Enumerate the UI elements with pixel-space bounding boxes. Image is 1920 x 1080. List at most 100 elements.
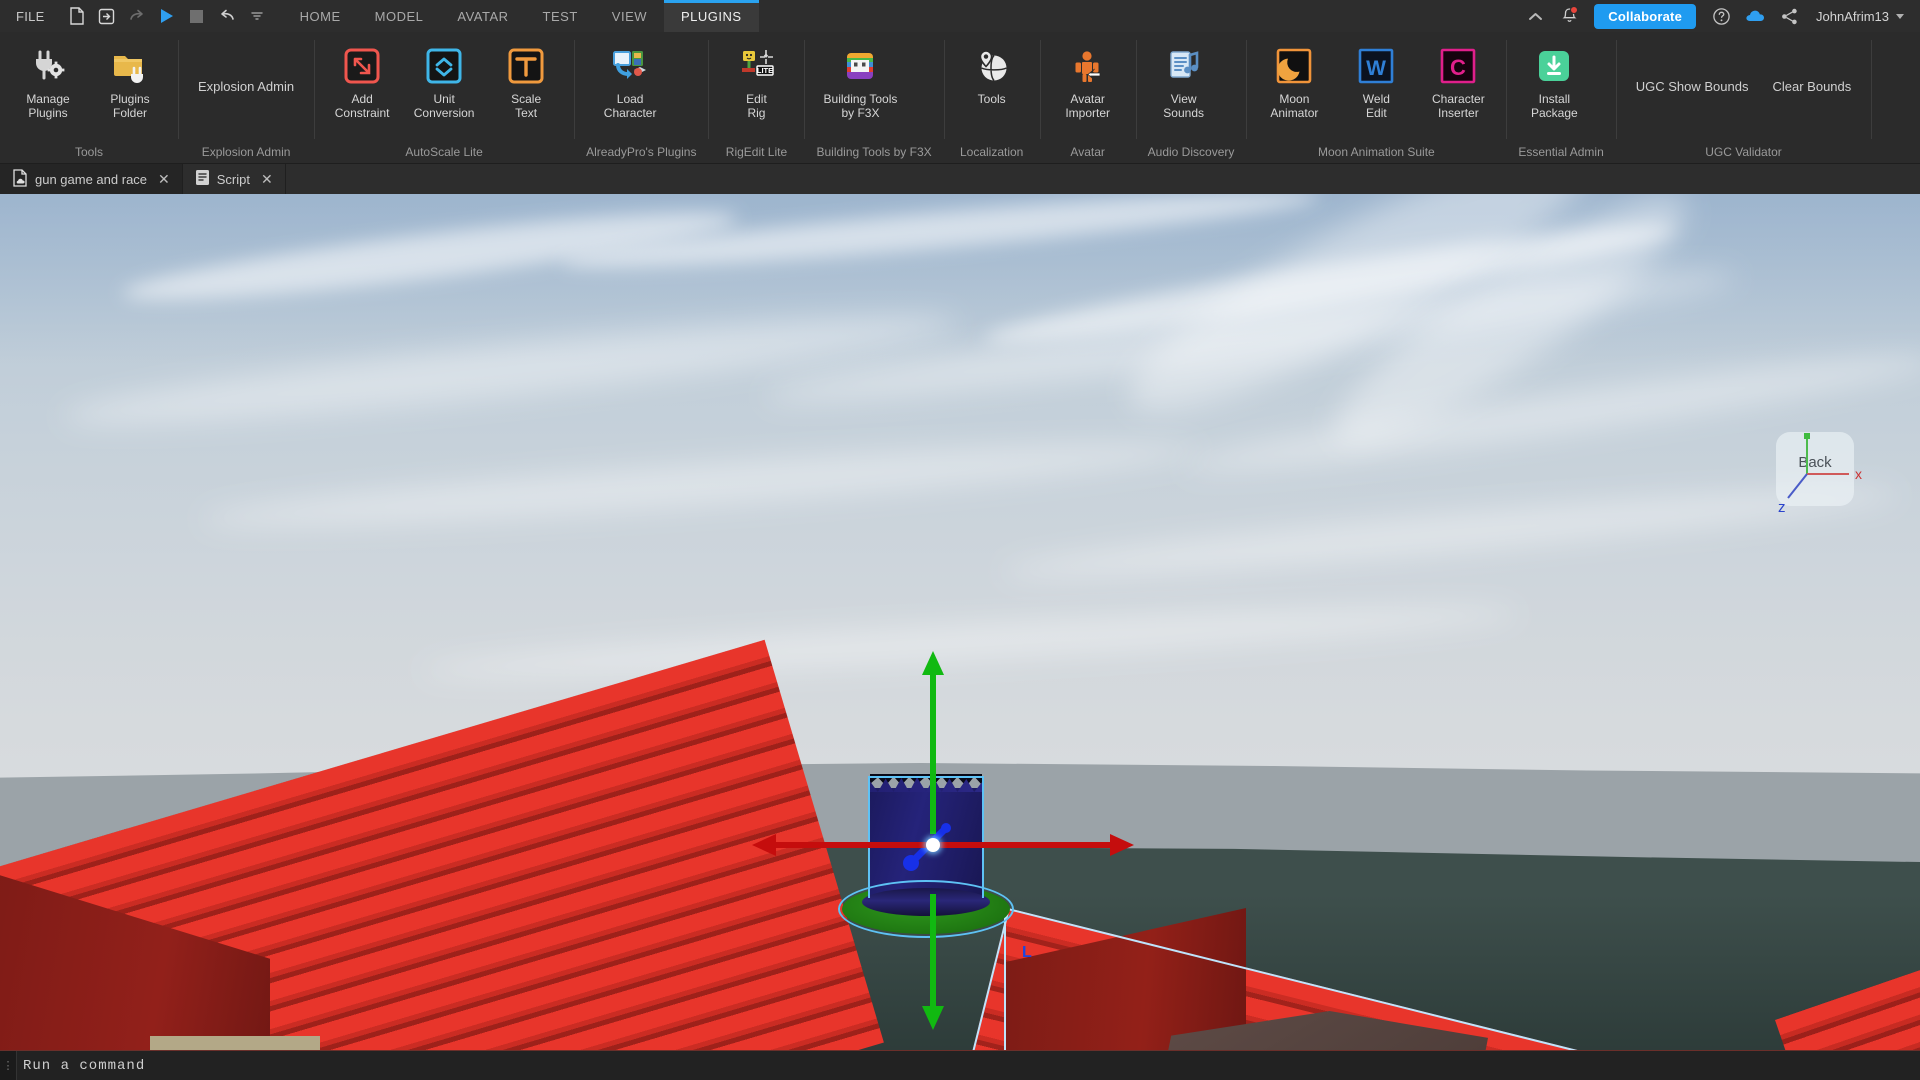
play-icon[interactable] bbox=[153, 2, 181, 30]
username-label[interactable]: JohnAfrim13 bbox=[1808, 9, 1892, 24]
gizmo-axis-x-positive[interactable] bbox=[930, 842, 1120, 848]
gizmo-center-handle[interactable] bbox=[926, 838, 940, 852]
view-cube[interactable]: Back x z bbox=[1776, 432, 1870, 526]
document-tab-script-close-icon[interactable]: ✕ bbox=[261, 172, 273, 186]
part-label: L bbox=[1022, 944, 1032, 961]
collaborate-button[interactable]: Collaborate bbox=[1594, 3, 1697, 29]
building-tools-label: Building Tools by F3X bbox=[823, 92, 898, 120]
add-constraint-label: Add Constraint bbox=[334, 92, 390, 120]
gizmo-axis-x-negative[interactable] bbox=[768, 842, 936, 848]
document-tab-place[interactable]: gun game and race ✕ bbox=[0, 164, 183, 194]
ribbon-group-label-explosion-admin: Explosion Admin bbox=[201, 145, 291, 159]
load-character-label: Load Character bbox=[603, 92, 657, 120]
avatar-importer-button[interactable]: Avatar Importer bbox=[1048, 40, 1128, 123]
svg-text:z: z bbox=[1778, 499, 1786, 516]
clear-bounds-button[interactable]: Clear Bounds bbox=[1760, 32, 1863, 141]
moon-animator-button[interactable]: Moon Animator bbox=[1254, 40, 1334, 123]
gizmo-arrow-x-negative[interactable] bbox=[752, 834, 776, 856]
gizmo-arrow-y-positive[interactable] bbox=[922, 651, 944, 675]
edit-rig-label: Edit Rig bbox=[746, 92, 767, 120]
ribbon-tab-list: HOME MODEL AVATAR TEST VIEW PLUGINS bbox=[283, 0, 759, 32]
gizmo-arrow-x-positive[interactable] bbox=[1110, 834, 1134, 856]
ribbon-group-avatar: Avatar Importer Avatar bbox=[1039, 32, 1136, 163]
redo-icon[interactable] bbox=[123, 2, 151, 30]
explosion-admin-button[interactable]: Explosion Admin bbox=[186, 32, 306, 141]
folder-plug-icon bbox=[107, 43, 153, 89]
manage-plugins-button[interactable]: Manage Plugins bbox=[8, 40, 88, 123]
3d-viewport[interactable]: L Back x z ⋮ Run a command bbox=[0, 194, 1920, 1080]
document-tab-bar: gun game and race ✕ Script ✕ bbox=[0, 164, 1920, 194]
svg-text:LITE: LITE bbox=[757, 66, 773, 75]
scale-text-button[interactable]: Scale Text bbox=[486, 40, 566, 123]
character-inserter-label: Character Inserter bbox=[1432, 92, 1485, 120]
share-icon[interactable] bbox=[1774, 1, 1804, 31]
ribbon-group-localization: Tools Localization bbox=[943, 32, 1040, 163]
help-icon[interactable] bbox=[1706, 1, 1736, 31]
avatar-importer-icon bbox=[1065, 43, 1111, 89]
document-tab-place-close-icon[interactable]: ✕ bbox=[158, 172, 170, 186]
install-package-icon bbox=[1531, 43, 1577, 89]
ribbon-group-tools: Manage Plugins Plugins Folder Tools bbox=[0, 32, 178, 163]
ribbon-tab-avatar[interactable]: AVATAR bbox=[440, 0, 525, 32]
globe-pin-icon bbox=[969, 43, 1015, 89]
ribbon-group-label-essential-admin: Essential Admin bbox=[1518, 145, 1604, 159]
chevron-up-icon[interactable] bbox=[1520, 1, 1550, 31]
gizmo-arrow-y-negative[interactable] bbox=[922, 1006, 944, 1030]
localization-tools-button[interactable]: Tools bbox=[952, 40, 1032, 109]
ribbon-group-building-tools: Building Tools by F3X Building Tools by … bbox=[804, 32, 943, 163]
building-tools-button[interactable]: Building Tools by F3X bbox=[812, 40, 908, 123]
stop-icon[interactable] bbox=[183, 2, 211, 30]
ribbon-group-label-rigedit: RigEdit Lite bbox=[725, 145, 788, 159]
load-character-button[interactable]: Load Character bbox=[582, 40, 678, 123]
unit-conversion-button[interactable]: Unit Conversion bbox=[404, 40, 484, 123]
place-cloud-icon bbox=[12, 168, 28, 190]
command-input[interactable]: Run a command bbox=[16, 1051, 1920, 1080]
quick-access-toolbar bbox=[59, 0, 271, 32]
more-options-icon[interactable] bbox=[243, 2, 271, 30]
ribbon-group-label-alreadypros: AlreadyPro's Plugins bbox=[586, 145, 697, 159]
unit-conversion-label: Unit Conversion bbox=[413, 92, 475, 120]
weld-edit-button[interactable]: W Weld Edit bbox=[1336, 40, 1416, 123]
manage-plugins-label: Manage Plugins bbox=[26, 92, 70, 120]
document-tab-script[interactable]: Script ✕ bbox=[183, 164, 286, 194]
chevron-down-icon[interactable] bbox=[1896, 13, 1904, 19]
file-menu-button[interactable]: FILE bbox=[0, 0, 59, 32]
ribbon-tab-model[interactable]: MODEL bbox=[358, 0, 441, 32]
ugc-show-bounds-button[interactable]: UGC Show Bounds bbox=[1624, 32, 1761, 141]
command-bar: ⋮ Run a command bbox=[0, 1050, 1920, 1080]
install-package-button[interactable]: Install Package bbox=[1514, 40, 1594, 123]
plug-gear-icon bbox=[25, 43, 71, 89]
moon-animator-label: Moon Animator bbox=[1270, 92, 1319, 120]
menu-bar-right: Collaborate JohnAfrim13 bbox=[1520, 0, 1920, 32]
plugins-folder-button[interactable]: Plugins Folder bbox=[90, 40, 170, 123]
svg-text:x: x bbox=[1855, 466, 1862, 482]
command-bar-drag-handle[interactable]: ⋮ bbox=[0, 1051, 16, 1080]
new-file-icon[interactable] bbox=[63, 2, 91, 30]
edit-rig-icon: LITE bbox=[733, 43, 779, 89]
cloud-icon[interactable] bbox=[1740, 1, 1770, 31]
ribbon-group-rigedit-lite: LITE Edit Rig RigEdit Lite bbox=[708, 32, 804, 163]
ribbon-group-explosion-admin: Explosion Admin Explosion Admin bbox=[178, 32, 314, 163]
install-package-label: Install Package bbox=[1531, 92, 1578, 120]
weld-edit-icon: W bbox=[1353, 43, 1399, 89]
edit-rig-button[interactable]: LITE Edit Rig bbox=[716, 40, 796, 123]
ribbon-tab-home[interactable]: HOME bbox=[283, 0, 358, 32]
add-constraint-button[interactable]: Add Constraint bbox=[322, 40, 402, 123]
part-selection-outline-disc bbox=[838, 880, 1014, 938]
ribbon-group-alreadypros-plugins: Load Character AlreadyPro's Plugins bbox=[574, 32, 708, 163]
bell-icon[interactable] bbox=[1554, 1, 1584, 31]
view-sounds-button[interactable]: View Sounds bbox=[1144, 40, 1224, 123]
ribbon-tab-view[interactable]: VIEW bbox=[595, 0, 664, 32]
undo-icon[interactable] bbox=[213, 2, 241, 30]
open-file-icon[interactable] bbox=[93, 2, 121, 30]
add-constraint-icon bbox=[339, 43, 385, 89]
localization-tools-label: Tools bbox=[977, 92, 1006, 106]
avatar-importer-label: Avatar Importer bbox=[1065, 92, 1110, 120]
character-inserter-icon: C bbox=[1435, 43, 1481, 89]
character-inserter-button[interactable]: C Character Inserter bbox=[1418, 40, 1498, 123]
gizmo-axis-y-positive[interactable] bbox=[930, 659, 936, 834]
ribbon-tab-plugins[interactable]: PLUGINS bbox=[664, 0, 759, 32]
gizmo-axis-y-negative[interactable] bbox=[930, 894, 936, 1014]
ribbon-tab-test[interactable]: TEST bbox=[526, 0, 595, 32]
ribbon-group-moon-animation-suite: Moon Animator W Weld Edit C Character In… bbox=[1246, 32, 1506, 163]
